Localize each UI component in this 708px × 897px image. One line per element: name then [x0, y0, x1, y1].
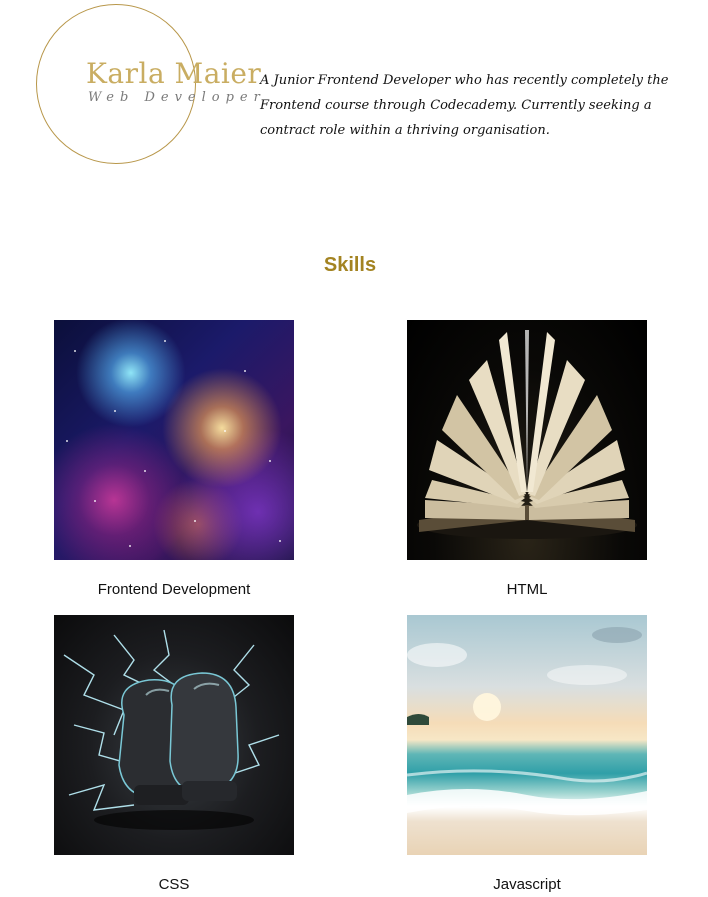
skill-label-javascript: Javascript	[493, 876, 561, 893]
boxing-gloves-image	[54, 615, 294, 855]
skills-heading: Skills	[323, 254, 377, 276]
beach-sunset-icon	[407, 627, 647, 816]
skill-card-frontend: Frontend Development	[54, 320, 294, 598]
skill-label-html: HTML	[506, 581, 548, 598]
logo-name: Karla Maier	[86, 57, 262, 90]
boxing-gloves-icon	[63, 629, 280, 830]
skill-card-html: HTML	[407, 320, 647, 598]
beach-image	[407, 615, 647, 855]
skill-label-css: CSS	[158, 876, 190, 893]
skill-card-css: CSS	[54, 615, 294, 893]
open-book-image	[407, 320, 647, 560]
intro-text: A Junior Frontend Developer who has rece…	[260, 73, 669, 138]
skill-card-javascript: Javascript	[407, 615, 647, 893]
logo-role: Web Developer	[88, 90, 266, 105]
skill-label-frontend: Frontend Development	[97, 581, 251, 598]
open-book-icon	[417, 330, 637, 539]
galaxy-image	[54, 320, 294, 560]
